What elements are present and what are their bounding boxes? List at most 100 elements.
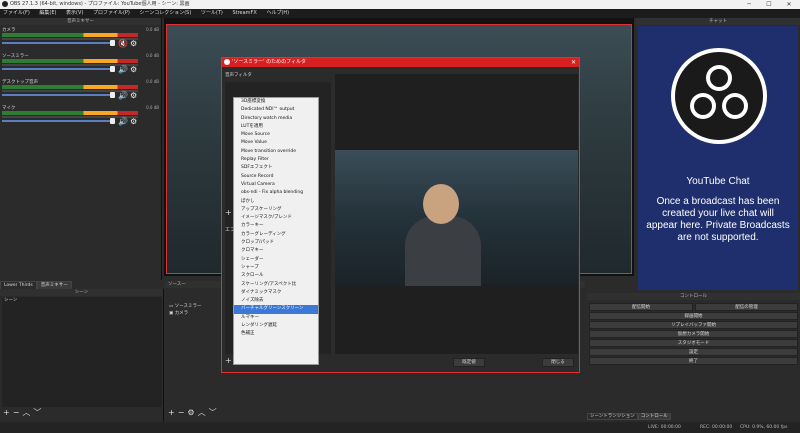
menu-file[interactable]: ファイル(F) bbox=[3, 10, 30, 16]
menu-item[interactable]: クロップ/パッド bbox=[234, 239, 318, 247]
move-down-icon[interactable]: ﹀ bbox=[33, 408, 44, 417]
menu-item[interactable]: ルマキー bbox=[234, 314, 318, 322]
exit-button[interactable]: 終了 bbox=[589, 357, 798, 365]
minimize-button[interactable]: ─ bbox=[740, 0, 758, 9]
menu-item-selected[interactable]: バーチャルグリーンスクリーン bbox=[234, 305, 318, 314]
menu-item[interactable]: アップスケーリング bbox=[234, 206, 318, 214]
menu-edit[interactable]: 編集(E) bbox=[39, 10, 56, 16]
close-button[interactable]: 閉じる bbox=[542, 358, 574, 367]
menu-item[interactable]: スケーリング/アスペクト比 bbox=[234, 281, 318, 289]
menu-item[interactable]: Move Source bbox=[234, 131, 318, 139]
menu-item[interactable]: LUTを適用 bbox=[234, 123, 318, 131]
volume-slider-handle[interactable] bbox=[110, 92, 115, 98]
gear-icon[interactable]: ⚙ bbox=[130, 91, 137, 100]
start-replay-buffer-button[interactable]: リプレイバッファ開始 bbox=[589, 321, 798, 329]
menu-item[interactable]: Dedicated NDI™ output bbox=[234, 106, 318, 114]
move-up-icon[interactable]: ︿ bbox=[22, 408, 33, 417]
menu-item[interactable]: スクロール bbox=[234, 272, 318, 280]
close-window-button[interactable]: ✕ bbox=[780, 0, 798, 9]
menu-tools[interactable]: ツール(T) bbox=[201, 10, 223, 16]
tab-controls[interactable]: コントロール bbox=[637, 413, 671, 420]
speaker-icon[interactable]: 🔊 bbox=[118, 117, 128, 126]
volume-slider-handle[interactable] bbox=[110, 66, 115, 72]
filter-preview-video bbox=[335, 150, 578, 286]
menu-item[interactable]: 色補正 bbox=[234, 330, 318, 338]
menu-item[interactable]: レンダリング遅延 bbox=[234, 322, 318, 330]
move-up-icon[interactable]: ︿ bbox=[198, 408, 209, 417]
add-icon[interactable]: + bbox=[3, 408, 13, 417]
add-filter-icon[interactable]: + bbox=[225, 208, 232, 217]
speaker-icon[interactable]: 🔊 bbox=[118, 65, 128, 74]
move-down-icon[interactable]: ﹀ bbox=[209, 408, 220, 417]
dialog-titlebar: 'ソースミラー' のためのフィルタ ✕ bbox=[222, 58, 579, 67]
live-status: LIVE: 00:00:00 bbox=[648, 425, 681, 430]
menu-item[interactable]: Move Value bbox=[234, 139, 318, 147]
maximize-button[interactable]: ☐ bbox=[760, 0, 778, 9]
source-item[interactable]: ▭ ソースミラー bbox=[167, 303, 222, 310]
speaker-icon[interactable]: 🔊 bbox=[118, 91, 128, 100]
source-label: カメラ bbox=[174, 311, 189, 316]
start-recording-button[interactable]: 録画開始 bbox=[589, 312, 798, 320]
menu-streamfx[interactable]: StreamFX bbox=[232, 10, 256, 16]
source-item[interactable]: ▣ カメラ bbox=[167, 310, 222, 317]
menu-item[interactable]: SDFエフェクト bbox=[234, 164, 318, 172]
controls-title: コントロール bbox=[587, 293, 800, 300]
menu-item[interactable]: ぼかし bbox=[234, 198, 318, 206]
gear-icon[interactable]: ⚙ bbox=[130, 39, 137, 48]
gear-icon[interactable]: ⚙ bbox=[130, 117, 137, 126]
gear-icon[interactable]: ⚙ bbox=[187, 408, 197, 417]
volume-slider-handle[interactable] bbox=[110, 118, 115, 124]
start-virtual-camera-button[interactable]: 仮想カメラ開始 bbox=[589, 330, 798, 338]
start-streaming-button[interactable]: 配信開始 bbox=[589, 303, 693, 311]
add-filter-button[interactable]: + bbox=[225, 356, 232, 365]
settings-button[interactable]: 設定 bbox=[589, 348, 798, 356]
menu-item[interactable]: ノイズ除去 bbox=[234, 297, 318, 305]
volume-slider[interactable] bbox=[2, 94, 114, 96]
studio-mode-button[interactable]: スタジオモード bbox=[589, 339, 798, 347]
remove-icon[interactable]: − bbox=[13, 408, 23, 417]
cpu-status: CPU: 0.9%, 60.00 fps bbox=[740, 425, 788, 430]
add-icon[interactable]: + bbox=[168, 408, 178, 417]
filters-dialog: 'ソースミラー' のためのフィルタ ✕ 音声フィルタ + エフ 3D座標変換 D… bbox=[221, 57, 580, 373]
menu-item[interactable]: シェーダー bbox=[234, 256, 318, 264]
muted-speaker-icon[interactable]: 🔇 bbox=[118, 39, 128, 48]
volume-slider[interactable] bbox=[2, 120, 114, 122]
volume-slider-handle[interactable] bbox=[110, 40, 115, 46]
menu-help[interactable]: ヘルプ(H) bbox=[266, 10, 289, 16]
menu-item[interactable]: カラーグレーディング bbox=[234, 231, 318, 239]
menu-item[interactable]: 3D座標変換 bbox=[234, 98, 318, 106]
gear-icon[interactable]: ⚙ bbox=[130, 65, 137, 74]
chat-dock-title: チャット bbox=[636, 18, 800, 25]
level-meter bbox=[2, 85, 138, 89]
obs-app-icon bbox=[224, 59, 230, 65]
tab-scene-transitions[interactable]: シーントランジション bbox=[587, 413, 638, 420]
menu-item[interactable]: ダイナミックマスク bbox=[234, 289, 318, 297]
channel-db: 0.0 dB bbox=[146, 105, 159, 110]
youtube-chat-panel: YouTube Chat Once a broadcast has been c… bbox=[638, 26, 798, 290]
menu-scene-collection[interactable]: シーンコレクション(S) bbox=[139, 10, 191, 16]
chat-message: Once a broadcast has been created your l… bbox=[646, 196, 790, 243]
menu-item[interactable]: Directory watch media bbox=[234, 115, 318, 123]
window-titlebar: OBS 27.1.3 (64-bit, windows) - プロファイル: Y… bbox=[0, 0, 800, 9]
menu-item[interactable]: イメージマスク/ブレンド bbox=[234, 214, 318, 222]
scene-item[interactable]: シーン bbox=[2, 297, 162, 304]
menu-item[interactable]: クロマキー bbox=[234, 247, 318, 255]
close-icon[interactable]: ✕ bbox=[571, 58, 576, 67]
menu-item[interactable]: Replay Filter bbox=[234, 156, 318, 164]
menu-view[interactable]: 表示(V) bbox=[66, 10, 83, 16]
menu-item[interactable]: Move transition override bbox=[234, 148, 318, 156]
add-filter-menu: 3D座標変換 Dedicated NDI™ output Directory w… bbox=[233, 97, 319, 365]
remove-icon[interactable]: − bbox=[178, 408, 188, 417]
audio-mixer-title: 音声ミキサー bbox=[0, 18, 161, 25]
menu-profile[interactable]: プロファイル(P) bbox=[93, 10, 130, 16]
volume-slider[interactable] bbox=[2, 68, 114, 70]
menu-item[interactable]: obs-ndi - Fix alpha blending bbox=[234, 189, 318, 197]
defaults-button[interactable]: 既定値 bbox=[453, 358, 485, 367]
menu-item[interactable]: Source Record bbox=[234, 173, 318, 181]
source-label: ソースミラー bbox=[174, 304, 202, 309]
menu-item[interactable]: シャープ bbox=[234, 264, 318, 272]
volume-slider[interactable] bbox=[2, 42, 114, 44]
menu-item[interactable]: カラーキー bbox=[234, 222, 318, 230]
menu-item[interactable]: Virtual Camera bbox=[234, 181, 318, 189]
manage-broadcast-button[interactable]: 配信の管理 bbox=[695, 303, 798, 311]
